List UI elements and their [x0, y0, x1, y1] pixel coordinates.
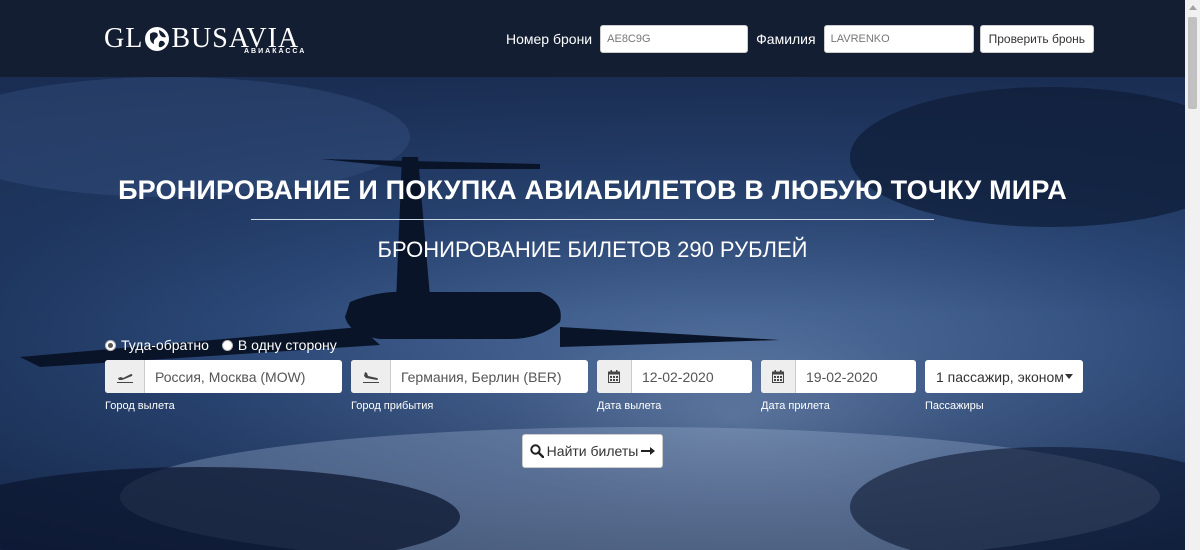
radio-one-way[interactable]: В одну сторону: [221, 337, 337, 353]
radio-one-way-dot[interactable]: [221, 339, 233, 351]
passengers-caption: Пассажиры: [925, 400, 984, 412]
caret-down-icon: [1065, 374, 1073, 379]
search-icon: [529, 444, 544, 458]
logo-text-left: GL: [104, 23, 144, 54]
airplane-sky-background: [0, 77, 1185, 550]
radio-round-trip-dot[interactable]: [105, 339, 116, 351]
to-city-field[interactable]: Германия, Берлин (BER): [351, 360, 588, 393]
calendar-icon: [597, 360, 632, 393]
find-tickets-button[interactable]: Найти билеты: [522, 434, 663, 468]
hero-divider: [251, 219, 934, 220]
calendar-icon: [761, 360, 796, 393]
radio-round-trip[interactable]: Туда-обратно: [105, 337, 209, 353]
return-date-field[interactable]: 19-02-2020: [761, 360, 916, 393]
from-city-field[interactable]: Россия, Москва (MOW): [105, 360, 342, 393]
globe-icon: [145, 27, 170, 51]
hero-section: БРОНИРОВАНИЕ И ПОКУПКА АВИАБИЛЕТОВ В ЛЮБ…: [0, 77, 1185, 550]
passengers-dropdown[interactable]: 1 пассажир, эконом: [925, 360, 1083, 393]
depart-date-caption: Дата вылета: [597, 400, 662, 412]
hero-subtitle: БРОНИРОВАНИЕ БИЛЕТОВ 290 РУБЛЕЙ: [377, 237, 808, 262]
passengers-value: 1 пассажир, эконом: [936, 368, 1064, 385]
to-city-value: Германия, Берлин (BER): [401, 368, 562, 385]
scroll-up-arrow-icon[interactable]: [1185, 0, 1200, 15]
logo-subtitle: АВИАКАССА: [244, 48, 307, 55]
radio-one-way-label: В одну сторону: [237, 337, 337, 353]
landing-icon: [351, 360, 391, 393]
from-city-value: Россия, Москва (MOW): [155, 368, 306, 385]
logo-text-bus: BUS: [171, 23, 229, 54]
booking-check-form: Номер брони Фамилия Проверить бронь: [506, 25, 1095, 53]
pnr-label: Номер брони: [506, 31, 593, 47]
return-date-value: 19-02-2020: [806, 368, 878, 385]
trip-type-selector: Туда-обратно В одну сторону: [105, 337, 350, 353]
from-city-caption: Город вылета: [105, 400, 175, 412]
return-date-caption: Дата прилета: [761, 400, 830, 412]
find-tickets-label: Найти билеты: [546, 443, 639, 459]
vertical-scrollbar[interactable]: [1185, 0, 1200, 550]
radio-round-trip-label: Туда-обратно: [121, 337, 209, 353]
top-header: GL BUSAVIA АВИАКАССА Номер брони Фамилия…: [0, 0, 1185, 77]
pnr-input[interactable]: [600, 25, 749, 53]
surname-input[interactable]: [823, 25, 974, 53]
hero-title: БРОНИРОВАНИЕ И ПОКУПКА АВИАБИЛЕТОВ В ЛЮБ…: [118, 175, 1067, 205]
globusavia-logo[interactable]: GL BUS AVIA АВИАКАССА: [104, 22, 314, 62]
scrollbar-thumb[interactable]: [1188, 17, 1197, 109]
depart-date-value: 12-02-2020: [642, 368, 714, 385]
depart-date-field[interactable]: 12-02-2020: [597, 360, 752, 393]
takeoff-icon: [105, 360, 145, 393]
arrow-right-icon: [641, 447, 656, 455]
to-city-caption: Город прибытия: [351, 400, 434, 412]
check-booking-button[interactable]: Проверить бронь: [979, 25, 1095, 53]
surname-label: Фамилия: [756, 31, 816, 47]
